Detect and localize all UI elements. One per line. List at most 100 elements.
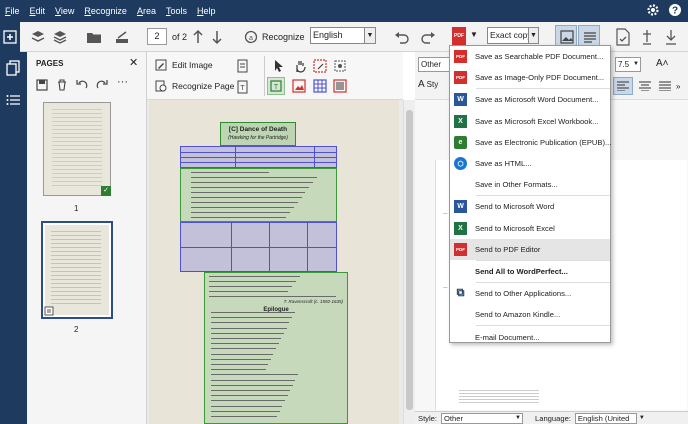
help-icon[interactable]: ? bbox=[668, 3, 682, 17]
arrow-up-icon[interactable] bbox=[192, 29, 204, 45]
hand-icon[interactable] bbox=[293, 59, 307, 73]
area-tool-icon[interactable] bbox=[333, 59, 347, 73]
pdf-export-icon[interactable]: PDF bbox=[452, 27, 466, 45]
chevron-down-icon: ▼ bbox=[528, 28, 538, 43]
edit-image-button[interactable]: Edit Image bbox=[155, 59, 213, 71]
scanner-icon[interactable] bbox=[114, 29, 130, 45]
rotate-left-icon[interactable] bbox=[76, 79, 88, 91]
new-task-button[interactable] bbox=[0, 22, 20, 52]
menu-file[interactable]: File bbox=[0, 6, 25, 16]
scanned-text-line bbox=[211, 379, 295, 381]
word-icon: W bbox=[454, 93, 467, 107]
font-grow-icon[interactable]: A˄ bbox=[656, 58, 669, 69]
title-region[interactable]: [C] Dance of Death (Hawking for the Part… bbox=[220, 122, 296, 146]
page-text-icon[interactable]: T bbox=[237, 80, 249, 94]
folder-icon[interactable] bbox=[86, 29, 102, 45]
export-dropdown: PDF Save as Searchable PDF Document... PDF… bbox=[449, 45, 611, 343]
dropdown-item-save-as-searchable-pdf-document[interactable]: PDF Save as Searchable PDF Document... bbox=[450, 46, 610, 67]
language-select[interactable]: English ▼ bbox=[310, 27, 376, 44]
export-mode-select[interactable]: Exact copy ▼ bbox=[487, 27, 539, 44]
styles-button[interactable]: A Sty bbox=[418, 79, 438, 90]
table-area-icon[interactable] bbox=[313, 79, 327, 93]
dropdown-item-send-to-pdf-editor[interactable]: PDF Send to PDF Editor bbox=[450, 238, 610, 260]
image-view[interactable]: [C] Dance of Death (Hawking for the Part… bbox=[147, 100, 403, 424]
redo-icon[interactable] bbox=[420, 30, 436, 44]
style-status-select[interactable]: Other ▼ bbox=[441, 412, 523, 424]
scanned-text-line bbox=[211, 317, 292, 319]
scanned-text-line bbox=[211, 327, 287, 329]
dropdown-item-save-in-other-formats[interactable]: Save in Other Formats... bbox=[450, 174, 610, 195]
arrow-down-icon[interactable] bbox=[211, 29, 223, 45]
export-down-icon[interactable] bbox=[664, 28, 678, 46]
align-left-icon bbox=[617, 81, 629, 92]
more-icon[interactable]: ··· bbox=[117, 76, 128, 88]
gear-icon[interactable] bbox=[646, 3, 660, 17]
undo-icon[interactable] bbox=[394, 30, 410, 44]
pointer-icon[interactable] bbox=[273, 59, 285, 73]
recognize-page-label: Recognize Page bbox=[172, 81, 235, 91]
recognize-button[interactable]: a Recognize bbox=[244, 28, 305, 46]
scanned-text-line bbox=[211, 358, 271, 360]
barcode-area-icon[interactable] bbox=[333, 79, 347, 93]
scanned-text-line bbox=[211, 384, 293, 386]
dropdown-item-e-mail-document[interactable]: E-mail Document... bbox=[450, 326, 610, 347]
delete-icon[interactable] bbox=[56, 79, 68, 91]
text-area-icon: T bbox=[270, 80, 282, 92]
text-area-tool[interactable]: T bbox=[267, 77, 285, 95]
menu-tools[interactable]: Tools bbox=[161, 6, 192, 16]
picture-area-icon[interactable] bbox=[292, 79, 306, 93]
dropdown-item-send-all-to-wordperfect[interactable]: Send All to WordPerfect... bbox=[450, 261, 610, 282]
scanned-text-line bbox=[191, 172, 269, 173]
menu-area[interactable]: Area bbox=[132, 6, 161, 16]
svg-text:T: T bbox=[274, 84, 279, 91]
dropdown-item-send-to-microsoft-word[interactable]: W Send to Microsoft Word bbox=[450, 196, 610, 217]
menu-view[interactable]: View bbox=[50, 6, 79, 16]
export-chevron-icon[interactable]: ▼ bbox=[470, 30, 478, 39]
page-thumbnail-2[interactable] bbox=[41, 221, 113, 319]
style-select[interactable]: Other bbox=[418, 57, 450, 72]
close-icon[interactable]: ✕ bbox=[129, 56, 138, 69]
dropdown-item-send-to-microsoft-excel[interactable]: X Send to Microsoft Excel bbox=[450, 218, 610, 239]
table-region-1[interactable] bbox=[180, 146, 337, 168]
dropdown-item-save-as-image-only-pdf-document[interactable]: PDF Save as Image-Only PDF Document... bbox=[450, 67, 610, 88]
vertical-scrollbar[interactable] bbox=[403, 100, 415, 424]
scanned-text-line bbox=[209, 286, 292, 287]
page-thumbnail-1[interactable]: ✓ bbox=[43, 102, 111, 196]
dropdown-item-save-as-microsoft-word-document[interactable]: W Save as Microsoft Word Document... bbox=[450, 89, 610, 110]
save-icon[interactable] bbox=[36, 79, 48, 91]
layers-icon[interactable] bbox=[30, 29, 46, 45]
dropdown-item-send-to-amazon-kindle[interactable]: Send to Amazon Kindle... bbox=[450, 304, 610, 325]
language-value: English bbox=[313, 30, 343, 40]
scroll-thumb[interactable] bbox=[406, 110, 413, 410]
overflow-chevron-icon[interactable]: » bbox=[676, 82, 680, 91]
dropdown-item-save-as-html[interactable]: ⬡ Save as HTML... bbox=[450, 153, 610, 174]
dropdown-item-save-as-electronic-publication-epub[interactable]: e Save as Electronic Publication (EPUB)..… bbox=[450, 132, 611, 153]
list-icon[interactable] bbox=[6, 94, 21, 106]
stack-icon[interactable] bbox=[52, 29, 68, 45]
menu-recognize[interactable]: Recognize bbox=[79, 6, 132, 16]
align-center-icon[interactable] bbox=[639, 81, 651, 91]
html-icon: ⬡ bbox=[454, 157, 467, 171]
dropdown-item-send-to-other-applications[interactable]: ⧉ Send to Other Applications... bbox=[450, 283, 610, 304]
rotate-right-icon[interactable] bbox=[96, 79, 108, 91]
select-area-icon[interactable] bbox=[313, 59, 327, 73]
font-size-select[interactable]: 7.5 ▼ bbox=[615, 57, 641, 72]
document-check-icon[interactable] bbox=[616, 28, 630, 46]
export-up-icon[interactable] bbox=[640, 28, 654, 46]
page-area-icon[interactable] bbox=[237, 59, 249, 73]
recognize-page-button[interactable]: Recognize Page bbox=[155, 80, 234, 92]
table-region-2[interactable] bbox=[180, 222, 337, 272]
menu-edit[interactable]: Edit bbox=[25, 6, 51, 16]
scanned-text-line bbox=[191, 212, 290, 213]
pages-icon[interactable] bbox=[6, 60, 21, 76]
language-status-select[interactable]: English (United bbox=[574, 412, 637, 424]
align-left-button[interactable] bbox=[613, 77, 633, 95]
dropdown-item-label: Save as Searchable PDF Document... bbox=[475, 52, 604, 62]
dropdown-item-label: Send All to WordPerfect... bbox=[475, 266, 568, 276]
align-justify-icon[interactable] bbox=[659, 81, 671, 91]
menu-help[interactable]: Help bbox=[192, 6, 221, 16]
blank-icon bbox=[454, 178, 467, 191]
page-number-input[interactable]: 2 bbox=[147, 28, 167, 45]
dropdown-item-label: Save as Image-Only PDF Document... bbox=[475, 73, 605, 83]
dropdown-item-save-as-microsoft-excel-workbook[interactable]: X Save as Microsoft Excel Workbook... bbox=[450, 111, 610, 132]
